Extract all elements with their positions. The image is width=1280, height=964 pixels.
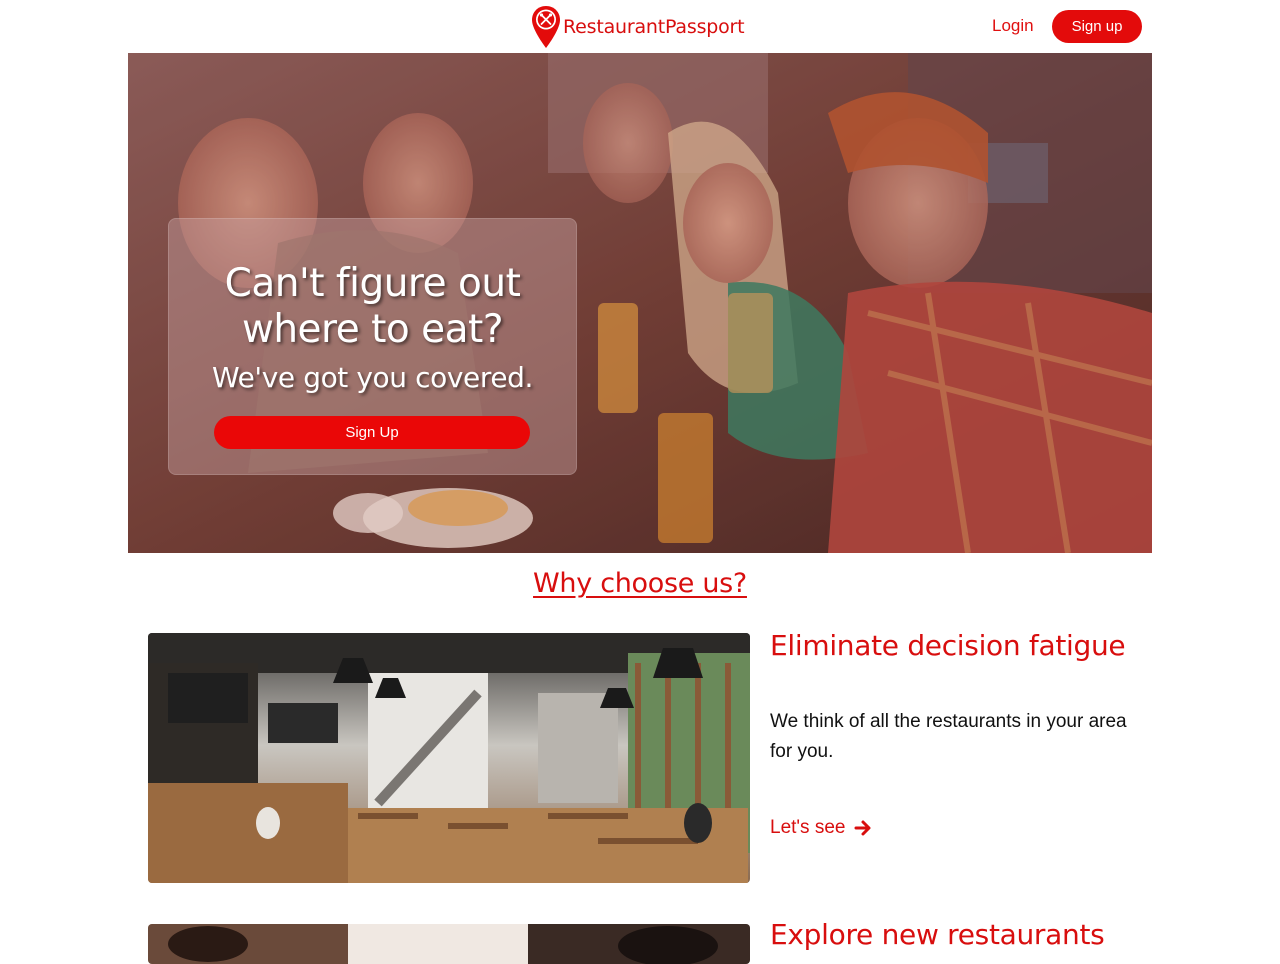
arrow-right-icon	[854, 820, 871, 836]
login-link[interactable]: Login	[992, 16, 1034, 36]
lets-see-label: Let's see	[770, 817, 846, 838]
lets-see-link[interactable]: Let's see	[770, 817, 872, 839]
feature-image-restaurant-interior	[148, 633, 750, 883]
hero-subheadline: We've got you covered.	[211, 361, 534, 394]
hero-banner: Can't figure out where to eat? We've got…	[128, 53, 1152, 553]
feature-1-title: Eliminate decision fatigue	[770, 629, 1126, 662]
map-pin-fork-knife-icon	[532, 6, 560, 48]
top-navbar: RestaurantPassport Login Sign up	[0, 0, 1280, 53]
hero-signup-button[interactable]: Sign Up	[214, 416, 530, 449]
hero-headline-line-1: Can't figure out	[224, 261, 521, 306]
hero-headline: Can't figure out where to eat?	[169, 261, 576, 353]
why-choose-us-heading: Why choose us?	[533, 568, 747, 599]
hero-card: Can't figure out where to eat? We've got…	[168, 218, 577, 475]
brand-name: RestaurantPassport	[563, 16, 745, 38]
signup-button[interactable]: Sign up	[1052, 10, 1142, 43]
brand-logo-link[interactable]: RestaurantPassport	[531, 5, 745, 49]
feature-image-diners	[148, 924, 750, 964]
feature-1-description: We think of all the restaurants in your …	[770, 711, 1127, 762]
hero-headline-line-2: where to eat?	[241, 307, 504, 352]
restaurant-interior-image	[148, 633, 750, 883]
feature-2-title: Explore new restaurants	[770, 918, 1105, 951]
diners-image	[148, 924, 750, 964]
